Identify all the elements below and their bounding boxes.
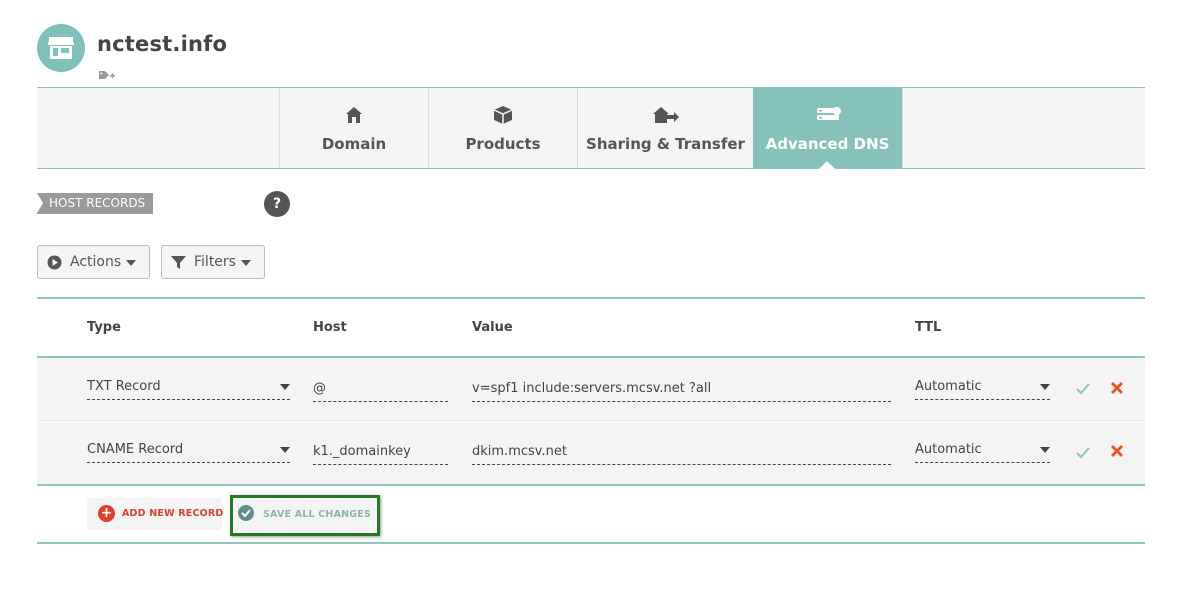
ttl-value: Automatic — [915, 379, 982, 394]
active-tab-indicator — [819, 161, 835, 169]
table-top-divider — [37, 297, 1145, 299]
house-transfer-icon — [652, 107, 679, 123]
record-type-value: CNAME Record — [87, 442, 184, 457]
box-icon — [493, 106, 513, 124]
delete-icon[interactable] — [1110, 380, 1124, 399]
column-header-host: Host — [313, 320, 347, 335]
table-row: TXT Record @ v=spf1 include:servers.mcsv… — [37, 358, 1145, 421]
tag-add-icon[interactable] — [99, 67, 115, 86]
play-circle-icon — [47, 255, 62, 274]
actions-label: Actions — [70, 254, 122, 270]
value-input[interactable]: v=spf1 include:servers.mcsv.net ?all — [472, 380, 891, 402]
filters-dropdown[interactable]: Filters — [161, 245, 265, 279]
domain-tabbar: Domain Products Sharing & Transfer Advan… — [37, 87, 1145, 169]
plus-circle-icon: + — [98, 505, 115, 522]
tab-domain[interactable]: Domain — [279, 88, 428, 168]
save-all-changes-button[interactable]: SAVE ALL CHANGES — [235, 500, 375, 531]
chevron-down-icon — [280, 384, 290, 390]
add-new-record-button[interactable]: + ADD NEW RECORD — [87, 498, 224, 530]
record-type-value: TXT Record — [87, 379, 161, 394]
chevron-down-icon — [126, 260, 136, 266]
chevron-down-icon — [1040, 384, 1050, 390]
server-icon — [816, 107, 841, 120]
column-header-value: Value — [472, 320, 513, 335]
host-input[interactable]: k1._domainkey — [313, 443, 448, 465]
column-header-ttl: TTL — [915, 320, 942, 335]
chevron-down-icon — [241, 260, 251, 266]
chevron-down-icon — [1040, 447, 1050, 453]
add-new-record-label: ADD NEW RECORD — [122, 508, 224, 519]
check-circle-icon — [238, 505, 254, 521]
tab-advanced-dns[interactable]: Advanced DNS — [753, 88, 902, 169]
delete-icon[interactable] — [1110, 443, 1124, 462]
host-input[interactable]: @ — [313, 380, 448, 402]
storefront-icon — [48, 37, 74, 59]
tab-label: Sharing & Transfer — [586, 135, 745, 153]
help-icon[interactable]: ? — [264, 191, 290, 217]
table-bottom-divider — [37, 484, 1145, 486]
tab-products[interactable]: Products — [428, 88, 577, 168]
tab-divider — [902, 88, 903, 168]
domain-avatar — [37, 24, 85, 72]
table-row: CNAME Record k1._domainkey dkim.mcsv.net… — [37, 422, 1145, 485]
house-icon — [346, 107, 362, 123]
ttl-value: Automatic — [915, 442, 982, 457]
ttl-select[interactable]: Automatic — [915, 378, 1050, 400]
checkmark-icon[interactable] — [1076, 444, 1090, 463]
chevron-down-icon — [280, 447, 290, 453]
column-header-type: Type — [87, 320, 121, 335]
domain-title: nctest.info — [97, 32, 228, 56]
ttl-select[interactable]: Automatic — [915, 441, 1050, 463]
tab-label: Advanced DNS — [765, 135, 890, 153]
filter-icon — [171, 255, 186, 274]
tab-label: Products — [465, 135, 541, 153]
tab-label: Domain — [321, 135, 387, 153]
record-type-select[interactable]: TXT Record — [87, 378, 290, 400]
host-records-label: HOST RECORDS — [37, 193, 154, 214]
save-all-changes-label: SAVE ALL CHANGES — [263, 509, 372, 520]
footer-divider — [37, 542, 1145, 544]
record-type-select[interactable]: CNAME Record — [87, 441, 290, 463]
tab-sharing-transfer[interactable]: Sharing & Transfer — [577, 88, 753, 168]
value-input[interactable]: dkim.mcsv.net — [472, 443, 891, 465]
checkmark-icon[interactable] — [1076, 380, 1090, 399]
actions-dropdown[interactable]: Actions — [37, 245, 150, 279]
filters-label: Filters — [194, 254, 236, 270]
